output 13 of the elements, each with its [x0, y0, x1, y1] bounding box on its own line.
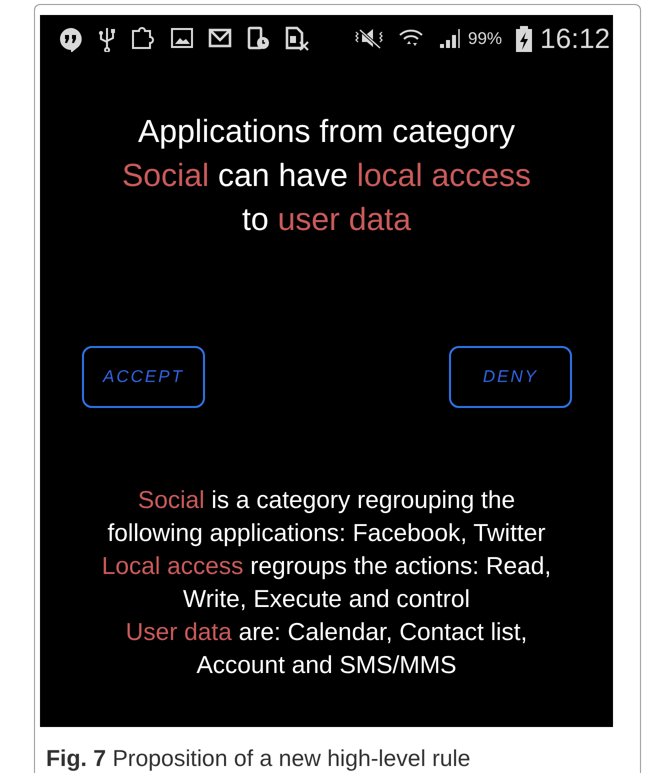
battery-percent: 99% [468, 28, 502, 50]
battery-charging-icon [516, 26, 532, 52]
clock-time: 16:12 [540, 25, 610, 53]
puzzle-icon [130, 26, 156, 52]
usb-icon [98, 26, 116, 52]
explanation-text: User data are: Calendar, Contact list, Account and SMS/MMS [126, 618, 528, 681]
chat-bubble-icon [58, 26, 84, 52]
choice-button[interactable]: DENY [449, 346, 572, 408]
choice-button[interactable]: ACCEPT [82, 346, 205, 408]
figure-caption: Fig. 7 Proposition of a new high-level rule [46, 744, 472, 773]
sim-card-icon [284, 26, 310, 52]
rule-prompt: Applications from category Social can have local access to user data [122, 112, 532, 239]
phone-clock-icon [246, 26, 270, 52]
